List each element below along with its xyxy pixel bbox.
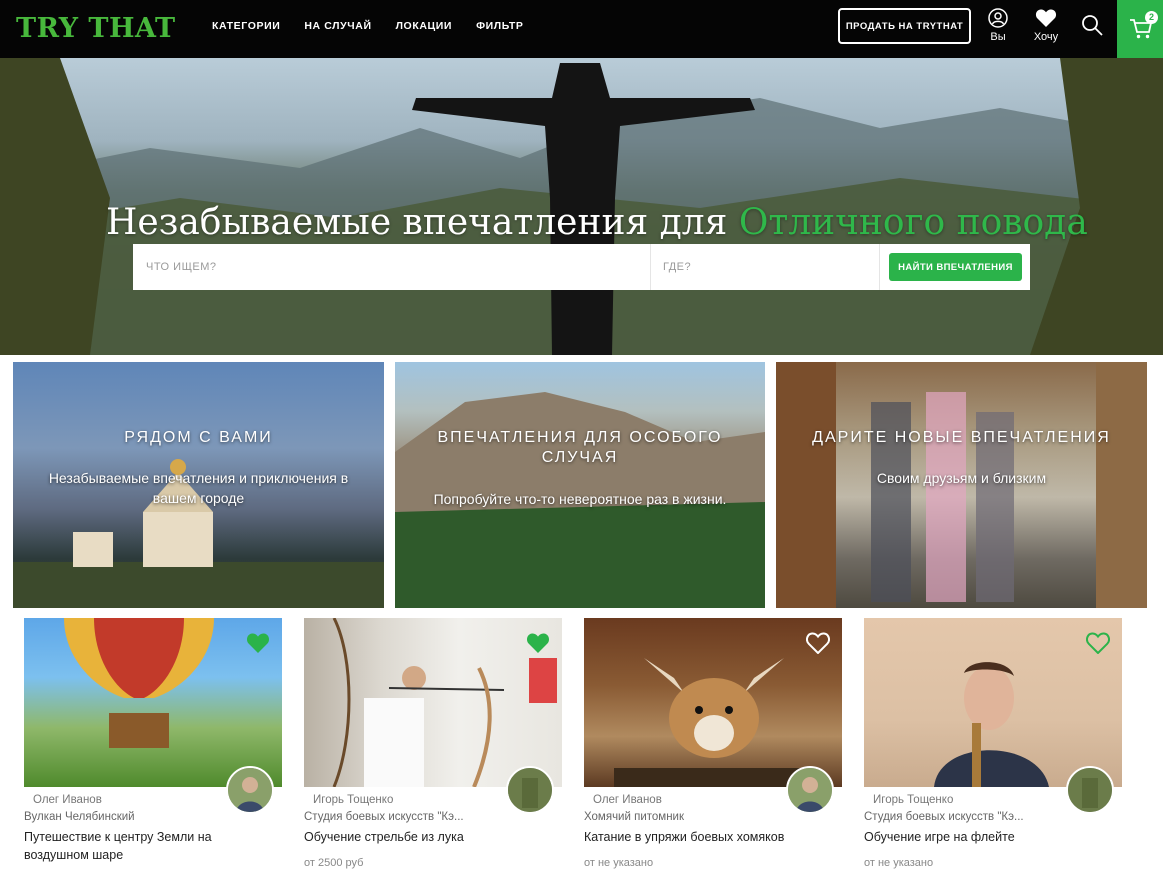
author-avatar-image	[508, 768, 552, 812]
tile-gift-experiences-title: ДАРИТЕ НОВЫЕ ВПЕЧАТЛЕНИЯ	[812, 429, 1111, 446]
tile-special-occasion-image	[395, 392, 765, 608]
cart-count-badge: 2	[1145, 11, 1158, 24]
favorite-heart-outline-icon[interactable]	[1086, 632, 1110, 654]
hero-title: Незабываемые впечатления для Отличного п…	[106, 202, 1088, 243]
experience-card[interactable]: Игорь Тощенко Студия боевых искусств "Кэ…	[304, 618, 562, 869]
author-avatar-image	[228, 768, 272, 812]
search-what-input[interactable]: ЧТО ИЩЕМ?	[133, 244, 651, 290]
nav-occasions[interactable]: НА СЛУЧАЙ	[304, 19, 371, 33]
tile-gift-experiences[interactable]: ДАРИТЕ НОВЫЕ ВПЕЧАТЛЕНИЯ Своим друзьям и…	[776, 362, 1147, 608]
author-avatar-image	[788, 768, 832, 812]
experience-card[interactable]: Олег Иванов Вулкан Челябинский Путешеств…	[24, 618, 282, 864]
experience-search-form: ЧТО ИЩЕМ? ГДЕ? НАЙТИ ВПЕЧАТЛЕНИЯ	[133, 244, 1030, 290]
find-experiences-button[interactable]: НАЙТИ ВПЕЧАТЛЕНИЯ	[889, 253, 1022, 281]
tile-nearby-subtitle: Незабываемые впечатления и приключения в…	[48, 470, 349, 506]
profile-button[interactable]: Вы	[980, 8, 1016, 43]
experience-photo[interactable]	[864, 618, 1122, 787]
nav-locations[interactable]: ЛОКАЦИИ	[396, 19, 453, 33]
tile-special-occasion-title: ВПЕЧАТЛЕНИЯ ДЛЯ ОСОБОГО СЛУЧАЯ	[437, 429, 723, 466]
experience-price: от не указано	[584, 857, 654, 869]
wishlist-button[interactable]: Хочу	[1028, 8, 1064, 43]
main-nav: КАТЕГОРИИ НА СЛУЧАЙ ЛОКАЦИИ ФИЛЬТР	[212, 19, 523, 33]
tile-special-occasion-subtitle: Попробуйте что-то невероятное раз в жизн…	[433, 491, 727, 507]
experience-photo[interactable]	[304, 618, 562, 787]
search-where-input[interactable]: ГДЕ?	[651, 244, 880, 290]
experience-title[interactable]: Обучение игре на флейте	[864, 828, 1114, 846]
experience-title[interactable]: Обучение стрельбе из лука	[304, 828, 554, 846]
search-button[interactable]	[1080, 13, 1104, 42]
hero-title-accent: Отличного повода	[738, 202, 1088, 243]
nav-categories[interactable]: КАТЕГОРИИ	[212, 19, 280, 33]
search-icon	[1082, 15, 1103, 36]
experience-title[interactable]: Катание в упряжи боевых хомяков	[584, 828, 834, 846]
author-avatar[interactable]	[506, 766, 554, 814]
tile-special-occasion[interactable]: ВПЕЧАТЛЕНИЯ ДЛЯ ОСОБОГО СЛУЧАЯ Попробуйт…	[395, 362, 765, 608]
heart-icon	[1035, 9, 1057, 27]
experience-card[interactable]: Игорь Тощенко Студия боевых искусств "Кэ…	[864, 618, 1122, 869]
author-avatar[interactable]	[1066, 766, 1114, 814]
user-icon	[988, 8, 1008, 28]
profile-label: Вы	[990, 31, 1006, 43]
favorite-heart-icon[interactable]	[526, 632, 550, 654]
tile-nearby-title: РЯДОМ С ВАМИ	[124, 429, 273, 446]
tile-nearby[interactable]: РЯДОМ С ВАМИ Незабываемые впечатления и …	[13, 362, 384, 608]
nav-filter[interactable]: ФИЛЬТР	[476, 19, 523, 33]
site-logo[interactable]: TRY THAT	[16, 13, 176, 45]
hamster-image	[614, 658, 814, 787]
cart-button[interactable]: 2	[1117, 0, 1163, 58]
tile-gift-experiences-subtitle: Своим друзьям и близким	[876, 470, 1047, 486]
hero-title-main: Незабываемые впечатления для	[106, 202, 728, 243]
top-navigation-bar: TRY THAT КАТЕГОРИИ НА СЛУЧАЙ ЛОКАЦИИ ФИЛ…	[0, 0, 1163, 58]
wishlist-label: Хочу	[1033, 31, 1059, 43]
archery-image	[332, 618, 557, 787]
experience-price: от 2500 руб	[304, 857, 364, 869]
experience-price: от не указано	[864, 857, 934, 869]
sell-on-trythat-button[interactable]: ПРОДАТЬ НА TRYTHAT	[838, 8, 971, 44]
author-avatar[interactable]	[226, 766, 274, 814]
favorite-heart-outline-icon[interactable]	[806, 632, 830, 654]
experience-title[interactable]: Путешествие к центру Земли на воздушном …	[24, 828, 274, 864]
experience-photo[interactable]	[24, 618, 282, 787]
hot-air-balloon-image	[64, 618, 214, 748]
experience-photo[interactable]	[584, 618, 842, 787]
author-avatar-image	[1068, 768, 1112, 812]
flute-player-image	[934, 662, 1049, 787]
author-avatar[interactable]	[786, 766, 834, 814]
hero-banner: Незабываемые впечатления для Отличного п…	[0, 58, 1163, 355]
experience-card[interactable]: Олег Иванов Хомячий питомник Катание в у…	[584, 618, 842, 869]
favorite-heart-icon[interactable]	[246, 632, 270, 654]
